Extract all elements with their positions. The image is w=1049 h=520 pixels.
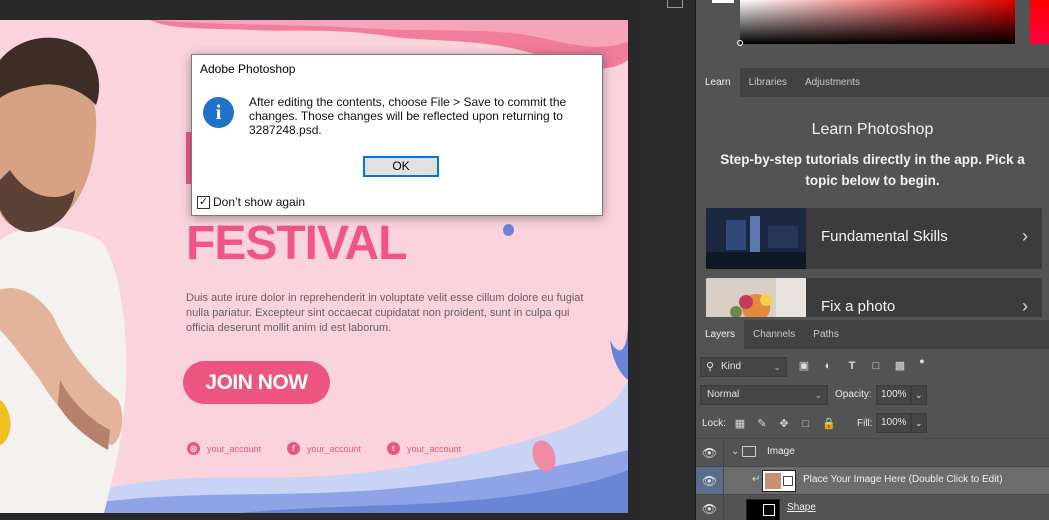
- lock-all-icon[interactable]: 🔒: [822, 418, 836, 430]
- checkbox-label: Don’t show again: [213, 195, 306, 209]
- type-filter-icon[interactable]: T: [846, 360, 858, 372]
- lock-label: Lock:: [702, 418, 726, 429]
- tab-libraries[interactable]: Libraries: [740, 68, 796, 97]
- tutorial-thumbnail: [706, 278, 806, 317]
- layer-name: Image: [767, 446, 795, 457]
- layer-row-shape[interactable]: 👁 Shape: [696, 494, 1049, 520]
- opacity-value: 100%: [881, 389, 907, 400]
- tutorial-thumbnail: [706, 208, 806, 269]
- blend-mode-select[interactable]: Normal ⌄: [700, 385, 828, 405]
- card-label: Fix a photo: [821, 298, 896, 315]
- visibility-eye-icon[interactable]: 👁: [696, 467, 724, 495]
- dialog-message: After editing the contents, choose File …: [249, 95, 567, 137]
- info-icon: i: [203, 97, 234, 128]
- body-copy: Duis aute irure dolor in reprehenderit i…: [186, 292, 584, 334]
- saturation-field[interactable]: [740, 0, 1015, 44]
- lock-artboard-icon[interactable]: □: [800, 418, 812, 430]
- clipping-mask-icon: ↵: [752, 474, 761, 485]
- chevron-right-icon: ›: [1022, 226, 1028, 246]
- fill-value: 100%: [881, 417, 907, 428]
- adjustment-filter-icon[interactable]: ◐: [822, 360, 834, 372]
- visibility-eye-icon[interactable]: 👁: [696, 495, 724, 520]
- social-handle: your_account: [407, 443, 462, 454]
- tab-layers[interactable]: Layers: [696, 320, 745, 349]
- card-label: Fundamental Skills: [821, 228, 948, 245]
- opacity-field[interactable]: 100%: [876, 385, 911, 405]
- tab-adjustments[interactable]: Adjustments: [796, 68, 869, 97]
- learn-title: Learn Photoshop: [811, 121, 934, 138]
- tab-channels[interactable]: Channels: [744, 320, 804, 349]
- right-panels: Learn Libraries Adjustments Learn Photos…: [640, 0, 1049, 520]
- panel-collapse-icon[interactable]: [667, 0, 683, 8]
- social-instagram: ◎ your_account: [187, 442, 261, 455]
- filter-toggle-icon[interactable]: ●: [916, 355, 928, 367]
- fill-label: Fill:: [857, 418, 873, 429]
- tab-learn[interactable]: Learn: [696, 68, 740, 97]
- color-swatch[interactable]: [712, 0, 734, 3]
- facebook-icon: f: [287, 442, 300, 455]
- social-handle: your_account: [307, 443, 362, 454]
- panel-dock: Learn Libraries Adjustments Learn Photos…: [696, 0, 1049, 520]
- headline: FESTIVAL: [186, 217, 407, 270]
- join-now-button[interactable]: JOIN NOW: [183, 361, 330, 404]
- lock-brush-icon[interactable]: ✎: [756, 418, 768, 430]
- layer-row-smart-object[interactable]: 👁 ↵ Place Your Image Here (Double Click …: [696, 466, 1049, 495]
- checkmark-icon[interactable]: ✓: [197, 195, 210, 209]
- tutorial-card-fundamental-skills[interactable]: Fundamental Skills ›: [706, 208, 1042, 269]
- dialog-title: Adobe Photoshop: [192, 55, 602, 84]
- opacity-dropdown[interactable]: ⌄: [911, 385, 927, 405]
- social-handle: your_account: [207, 443, 262, 454]
- learn-panel: Learn Photoshop Step-by-step tutorials d…: [696, 97, 1049, 317]
- decorative-dot: [503, 224, 514, 236]
- pixel-filter-icon[interactable]: ▣: [798, 360, 810, 372]
- twitter-icon: t: [387, 442, 400, 455]
- chevron-down-icon: ⌄: [814, 390, 822, 400]
- tutorial-card-fix-a-photo[interactable]: Fix a photo ›: [706, 278, 1042, 317]
- panel-icon-strip: [640, 0, 696, 520]
- learn-subtitle: Step-by-step tutorials directly in the a…: [720, 152, 1025, 188]
- fill-field[interactable]: 100%: [876, 413, 911, 433]
- color-panel: [696, 0, 1049, 66]
- smart-object-filter-icon[interactable]: ▩: [894, 360, 906, 372]
- chevron-down-icon: ⌄: [915, 390, 923, 400]
- blend-mode-value: Normal: [707, 389, 740, 400]
- layer-thumbnail: [762, 470, 796, 492]
- learn-panel-tabs: Learn Libraries Adjustments: [696, 68, 1049, 97]
- photoshop-window: FESTIVAL Duis aute irure dolor in repreh…: [0, 0, 1049, 520]
- tab-paths[interactable]: Paths: [804, 320, 848, 349]
- fill-dropdown[interactable]: ⌄: [911, 413, 927, 433]
- dont-show-again-checkbox[interactable]: ✓ Don’t show again: [197, 195, 305, 209]
- instagram-icon: ◎: [187, 442, 200, 455]
- visibility-eye-icon[interactable]: 👁: [696, 439, 724, 467]
- chevron-down-icon: ⌄: [773, 362, 781, 372]
- chevron-down-icon: ⌄: [915, 418, 923, 428]
- chevron-right-icon: ›: [1022, 296, 1028, 316]
- layer-name: Shape: [787, 502, 816, 513]
- filter-kind-value: Kind: [721, 361, 742, 372]
- dialog-body: i After editing the contents, choose Fil…: [192, 84, 602, 215]
- search-icon: ⚲: [706, 361, 715, 373]
- layer-name: Place Your Image Here (Double Click to E…: [803, 474, 1003, 485]
- ok-button[interactable]: OK: [363, 156, 439, 177]
- social-facebook: f your_account: [287, 442, 361, 455]
- opacity-label: Opacity:: [835, 389, 872, 400]
- chevron-down-icon[interactable]: ⌄: [731, 446, 739, 457]
- layer-filter-select[interactable]: ⚲ Kind ⌄: [700, 357, 787, 377]
- lock-transparent-icon[interactable]: ▦: [734, 418, 746, 430]
- layer-row-group[interactable]: 👁 ⌄ Image: [696, 438, 1049, 467]
- color-picker-handle[interactable]: [737, 40, 743, 46]
- layers-panel-tabs: Layers Channels Paths: [696, 320, 1049, 349]
- layer-thumbnail: [746, 499, 780, 520]
- folder-icon: [742, 446, 756, 457]
- alert-dialog: Adobe Photoshop i After editing the cont…: [191, 54, 603, 216]
- layers-panel: ⚲ Kind ⌄ ▣ ◐ T □ ▩ ● Normal ⌄ Opacity: 1…: [696, 349, 1049, 520]
- social-twitter: t your_account: [387, 442, 461, 455]
- lock-position-icon[interactable]: ✥: [778, 418, 790, 430]
- shape-filter-icon[interactable]: □: [870, 360, 882, 372]
- hue-slider[interactable]: [1030, 0, 1049, 44]
